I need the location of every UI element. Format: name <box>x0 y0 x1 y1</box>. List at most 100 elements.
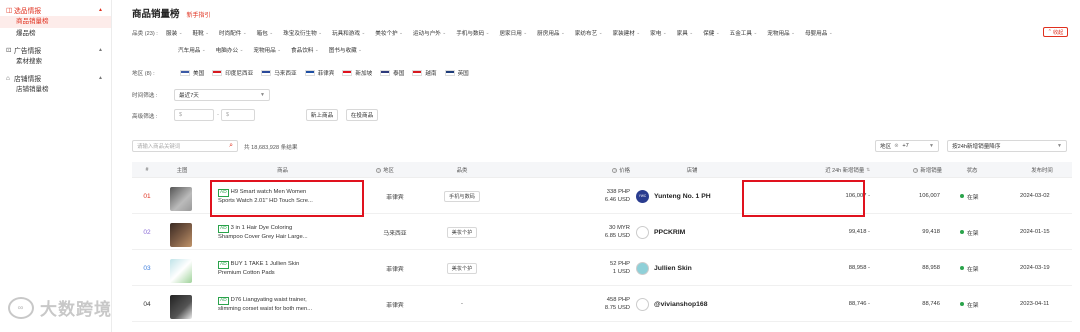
product-thumbnail[interactable] <box>170 187 192 211</box>
region-multi-select[interactable]: 地区 ⊗ +7 ▼ <box>875 140 939 152</box>
shop-name[interactable]: PPCKRIM <box>654 229 685 236</box>
category-option[interactable]: 图书与收藏 ⌄ <box>329 46 362 54</box>
col-image: 主图 <box>176 168 188 174</box>
search-icon[interactable]: ⌕ <box>229 142 233 150</box>
category-option[interactable]: 家电 ⌄ <box>650 29 666 37</box>
category-option[interactable]: 运动与户外 ⌄ <box>413 29 446 37</box>
table-row[interactable]: 02 AD 3 in 1 Hair Dye Coloring Shampoo Co… <box>132 214 1072 250</box>
product-thumbnail[interactable] <box>170 223 192 247</box>
category-option[interactable]: 居家日用 ⌄ <box>499 29 527 37</box>
category-option[interactable]: 家装建材 ⌄ <box>612 29 640 37</box>
category-option-label: 玩具和游戏 <box>331 31 360 37</box>
category-option[interactable]: 宠物用品 ⌄ <box>767 29 795 37</box>
category-tag[interactable]: 手机与数码 <box>444 190 480 202</box>
total-sales: 88,746 <box>922 301 940 307</box>
sidebar-group-label: 店铺情报 <box>14 76 42 83</box>
category-option[interactable]: 美妆个护 ⌄ <box>375 29 403 37</box>
col-shop: 店铺 <box>686 168 698 174</box>
table-row[interactable]: 03 AD BUY 1 TAKE 1 Jullien Skin Premium C… <box>132 250 1072 286</box>
category-option[interactable]: 箱包 ⌄ <box>257 29 273 37</box>
category-option[interactable]: 宠物用品 ⌄ <box>253 46 281 54</box>
price-cell: 458 PHP 8.75 USD <box>570 286 630 322</box>
col-sales-24h[interactable]: 近 24h 新增销量 ⇅ <box>798 162 870 178</box>
collapse-button[interactable]: ⌃ 收起 <box>1043 27 1068 37</box>
category-option-label: 时尚配件 <box>218 31 242 37</box>
category-option[interactable]: 电脑办公 ⌄ <box>216 46 244 54</box>
shop-name[interactable]: @vivianshop168 <box>654 301 707 308</box>
sidebar-item-shop-sales-rank[interactable]: 店铺销量榜 <box>0 84 111 96</box>
sort-select[interactable]: 按24h新增销量降序 ▼ <box>947 140 1067 152</box>
help-icon: ? <box>913 167 919 173</box>
category-option[interactable]: 家具 ⌄ <box>677 29 693 37</box>
price-min-input[interactable]: $ <box>174 109 214 121</box>
rank: 04 <box>143 300 151 308</box>
category-option[interactable]: 汽车用品 ⌄ <box>178 46 206 54</box>
region-option[interactable]: 泰国 <box>380 69 404 77</box>
sidebar-item-hot-products[interactable]: 爆品榜 <box>0 28 111 40</box>
shop-cell[interactable]: Jullien Skin <box>636 250 692 286</box>
col-price-label: 价格 <box>619 168 630 174</box>
category-option-label: 家纺布艺 <box>574 31 598 37</box>
onsale-button[interactable]: 在投商品 <box>346 109 378 121</box>
ad-intel-icon: ⊡ <box>6 47 12 54</box>
chevron-down-icon: ⌄ <box>715 30 720 35</box>
price-usd: 8.75 USD <box>604 305 630 311</box>
table-row[interactable]: 04 AD D76 Liangyating waist trainer, slim… <box>132 286 1072 322</box>
category-option[interactable]: 母婴用品 ⌄ <box>805 29 833 37</box>
region-label: 地区 (8) : <box>132 71 155 77</box>
price-max-input[interactable]: $ <box>221 109 255 121</box>
category-option[interactable]: 手机与数码 ⌄ <box>456 29 489 37</box>
price-cell: 30 MYR 6.85 USD <box>570 214 630 250</box>
status-cell: 在架 <box>960 178 979 214</box>
time-filter-row: 时间筛选 : <box>132 91 157 99</box>
product-thumbnail[interactable] <box>170 295 192 319</box>
sidebar-item-sales-rank[interactable]: 商品销量榜 <box>0 16 111 28</box>
region-option[interactable]: 菲律宾 <box>304 69 334 77</box>
category-option[interactable]: 鞋靴 ⌄ <box>192 29 208 37</box>
ad-badge: AD <box>218 224 229 233</box>
category-option[interactable]: 五金工具 ⌄ <box>730 29 758 37</box>
product-name-cell[interactable]: AD 3 in 1 Hair Dye Coloring Shampoo Cover… <box>218 214 358 250</box>
category-option-label: 食品饮料 <box>291 48 314 54</box>
clear-icon[interactable]: ⊗ <box>894 143 898 149</box>
category-option-label: 宠物用品 <box>253 48 276 54</box>
shop-cell[interactable]: PPCKRIM <box>636 214 685 250</box>
sidebar-group-ad-intel[interactable]: ⊡ 广告情报 ▲ <box>0 44 111 56</box>
guide-link[interactable]: 新手指引 <box>187 10 211 19</box>
shop-name[interactable]: Jullien Skin <box>654 265 692 272</box>
category-option-label: 图书与收藏 <box>328 48 357 54</box>
search-input[interactable]: 请输入商品关键词 ⌕ <box>132 140 238 152</box>
region-option[interactable]: 美国 <box>180 69 204 77</box>
product-name-cell[interactable]: AD D76 Liangyating waist trainer, slimmin… <box>218 286 358 322</box>
new-product-button[interactable]: 新上商品 <box>306 109 338 121</box>
shop-cell[interactable]: @vivianshop168 <box>636 286 707 322</box>
region-option[interactable]: 印度尼西亚 <box>212 69 253 77</box>
sidebar-group-product-intel[interactable]: ◫ 选品情报 ▲ <box>0 4 111 16</box>
category-tag[interactable]: 美妆个护 <box>446 262 478 274</box>
category-option[interactable]: 厨房用品 ⌄ <box>537 29 565 37</box>
category-option[interactable]: 服装 ⌄ <box>166 29 182 37</box>
region-option[interactable]: 马来西亚 <box>261 69 297 77</box>
table-header: # 主图 商品 ? 地区 品类 ? 价格 店铺 近 24h 新增销量 ⇅ ? 新增销量 … <box>132 162 1072 178</box>
product-thumbnail[interactable] <box>170 259 192 283</box>
region-option[interactable]: 新加坡 <box>342 69 372 77</box>
category-option[interactable]: 家纺布艺 ⌄ <box>575 29 603 37</box>
category-option[interactable]: 玩具和游戏 ⌄ <box>332 29 365 37</box>
category-option[interactable]: 珠宝及衍生物 ⌄ <box>283 29 322 37</box>
category-list: 汽车用品 ⌄ 电脑办公 ⌄ 宠物用品 ⌄ 食品饮料 ⌄ 图书与收藏 ⌄ <box>178 46 372 54</box>
category-option[interactable]: 保健 ⌄ <box>703 29 719 37</box>
shop-cell[interactable]: YWC Yunteng No. 1 PH <box>636 178 711 214</box>
sidebar-item-material-search[interactable]: 素材搜索 <box>0 56 111 68</box>
region-option[interactable]: 越南 <box>412 69 437 77</box>
category-tag[interactable]: 美妆个护 <box>446 226 478 238</box>
shop-logo <box>636 225 649 239</box>
category-option[interactable]: 时尚配件 ⌄ <box>219 29 247 37</box>
time-select[interactable]: 最近7天 ▼ <box>174 89 270 101</box>
category-option-label: 运动与户外 <box>412 31 441 37</box>
category-option-label: 珠宝及衍生物 <box>283 31 317 37</box>
category-option[interactable]: 食品饮料 ⌄ <box>291 46 319 54</box>
shop-name[interactable]: Yunteng No. 1 PH <box>654 193 711 200</box>
product-name-cell[interactable]: AD BUY 1 TAKE 1 Jullien Skin Premium Cott… <box>218 250 358 286</box>
sidebar-group-shop-intel[interactable]: ⌂ 店铺情报 ▲ <box>0 72 111 84</box>
region-option[interactable]: 英国 <box>444 69 469 77</box>
